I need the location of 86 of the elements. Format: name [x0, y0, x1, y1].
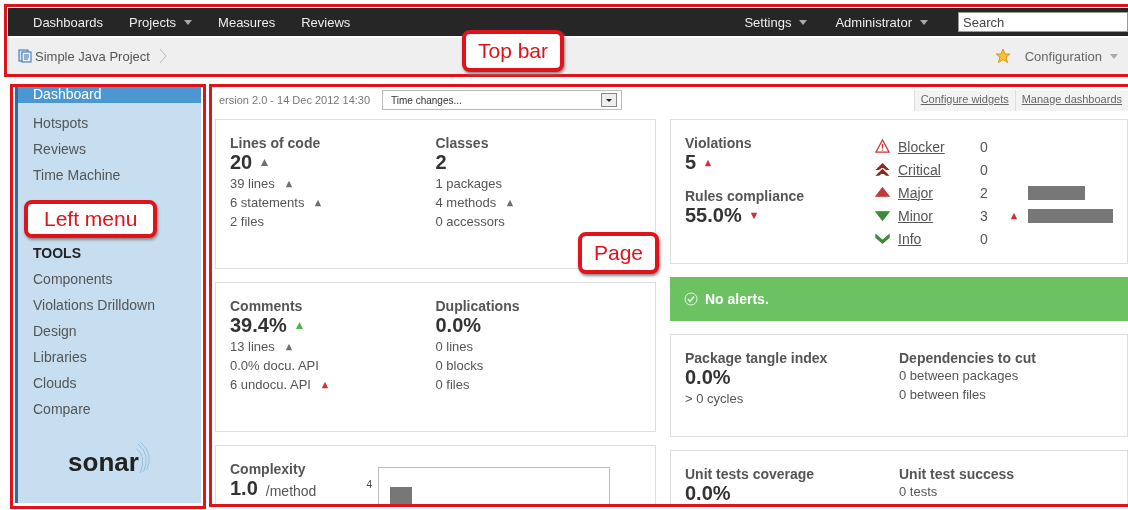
breadcrumb-link[interactable]: Simple Java Project	[35, 48, 150, 64]
time-changes-select[interactable]: Time changes...	[382, 90, 623, 110]
caret-icon	[184, 19, 193, 25]
severity-count: 0	[980, 161, 989, 178]
search-field[interactable]: Search	[958, 12, 1128, 32]
metric-detail: 6 undocu. API	[230, 376, 311, 394]
chevron-right-icon	[158, 48, 167, 64]
severity-bar	[1028, 185, 1085, 200]
star-icon[interactable]	[994, 48, 1011, 64]
severity-count: 0	[980, 230, 989, 247]
menu-item[interactable]: Design	[18, 321, 201, 341]
metric-title: Unit test success	[899, 466, 1016, 482]
metric-detail: 0 between files	[899, 386, 986, 404]
metric-title: Duplications	[435, 298, 521, 314]
metric-detail: 0 blocks	[435, 357, 484, 375]
menu-item[interactable]: Compare	[18, 399, 201, 419]
callout-label: Page	[578, 232, 660, 274]
check-circle-icon	[684, 292, 698, 306]
metric-title: Comments	[230, 298, 304, 314]
metric-title: Violations	[685, 135, 753, 151]
metric-detail: 4 methods	[435, 194, 497, 212]
metric-value: 0.0%	[685, 366, 731, 389]
metric-unit: /method	[265, 482, 317, 499]
metric-value: 55.0%	[685, 204, 742, 227]
metric-title: Unit tests coverage	[685, 466, 816, 482]
menu-item[interactable]: Reviews	[18, 139, 201, 159]
configuration-menu[interactable]: Configuration	[1024, 48, 1118, 64]
project-icon	[18, 49, 32, 63]
metric-title: Classes	[435, 135, 490, 151]
menu-item[interactable]: Time Machine	[18, 165, 201, 185]
metric-title: Complexity	[230, 461, 307, 477]
metric-detail: 0 between packages	[899, 367, 1019, 385]
severity-link[interactable]: Info	[898, 230, 980, 247]
metric-detail: 0 files	[435, 376, 470, 394]
menu-item[interactable]: Components	[18, 269, 201, 289]
menu-item[interactable]: Libraries	[18, 347, 201, 367]
metric-detail: 0 lines	[435, 338, 474, 356]
dashboard-link[interactable]: Manage dashboards	[1014, 89, 1128, 111]
severity-count: 3	[980, 207, 989, 224]
metric-title: Rules compliance	[685, 188, 806, 204]
nav-menu-item[interactable]: Administrator	[835, 14, 928, 30]
callout-label: Top bar	[462, 30, 565, 72]
metric-detail: 0 tests	[899, 483, 938, 501]
nav-menu-item[interactable]: Measures	[218, 14, 276, 30]
nav-menu-item[interactable]: Settings	[744, 14, 808, 30]
metric-detail: 6 statements	[230, 194, 305, 212]
severity-link[interactable]: Blocker	[898, 138, 980, 155]
nav-menu-item[interactable]: Dashboards	[33, 14, 104, 30]
severity-link[interactable]: Major	[898, 184, 980, 201]
metric-title: Lines of code	[230, 135, 322, 151]
metric-detail: 39 lines	[230, 175, 275, 193]
metric-value: 0.0%	[685, 482, 731, 505]
dashboard-link[interactable]: Configure widgets	[913, 89, 1015, 111]
axis-label: 4	[366, 479, 372, 490]
menu-item[interactable]: Clouds	[18, 373, 201, 393]
metric-detail: > 0 cycles	[685, 390, 744, 408]
severity-count: 2	[980, 184, 989, 201]
metric-value: 2	[435, 151, 447, 174]
metric-value: 0.0%	[435, 314, 482, 337]
metric-title: Package tangle index	[685, 350, 829, 366]
nav-menu-item[interactable]: Projects	[129, 14, 193, 30]
metric-value: 5	[685, 151, 697, 174]
severity-count: 0	[980, 138, 989, 155]
metric-value: 39.4%	[230, 314, 287, 337]
severity-link[interactable]: Minor	[898, 207, 980, 224]
metric-title: Dependencies to cut	[899, 350, 1037, 366]
caret-icon	[799, 19, 808, 25]
nav-menu-item[interactable]: Reviews	[301, 14, 351, 30]
version-text: ersion 2.0 - 14 Dec 2012 14:30	[219, 94, 371, 106]
alert-text: No alerts.	[705, 291, 769, 307]
caret-icon	[920, 19, 928, 25]
menu-item[interactable]: Hotspots	[18, 113, 201, 133]
metric-detail: 1 packages	[435, 175, 502, 193]
metric-detail: 0 accessors	[435, 213, 505, 231]
metric-value: 20	[230, 151, 253, 174]
callout-label: Left menu	[24, 200, 158, 238]
metric-detail: 0.0% docu. API	[230, 357, 319, 375]
dropdown-icon	[601, 93, 618, 107]
severity-link[interactable]: Critical	[898, 161, 980, 178]
logo: sonar	[68, 447, 139, 478]
metric-detail: 13 lines	[230, 338, 275, 356]
menu-item[interactable]: Violations Drilldown	[18, 295, 201, 315]
metric-detail: 2 files	[230, 213, 264, 231]
caret-icon	[1110, 53, 1118, 59]
menu-section-heading: TOOLS	[32, 244, 82, 263]
metric-value: 1.0	[230, 477, 258, 500]
